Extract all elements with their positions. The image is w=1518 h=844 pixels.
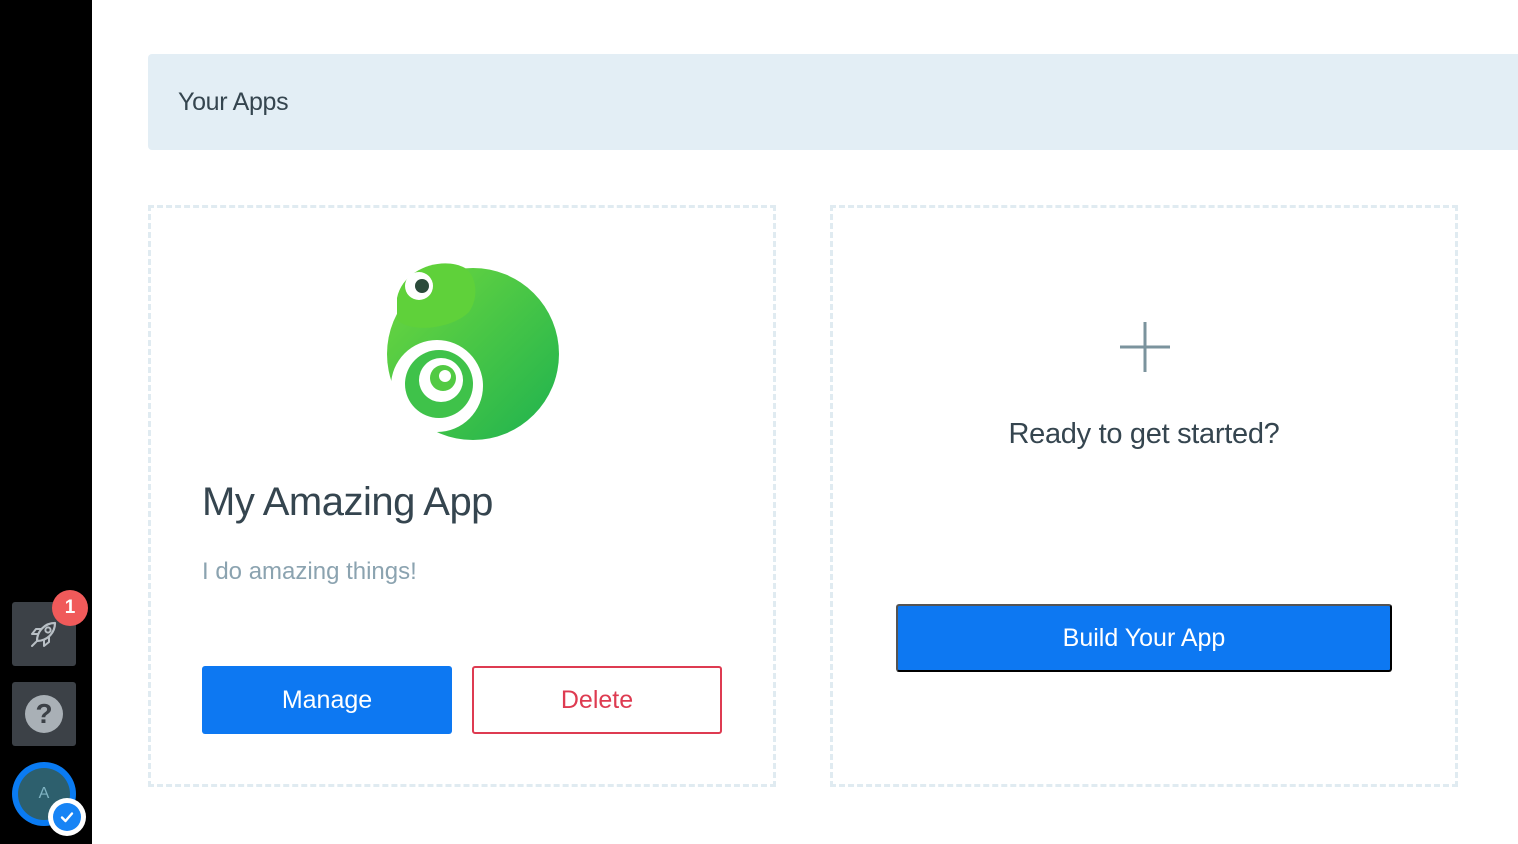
question-circle-icon: ? — [25, 695, 63, 733]
app-name: My Amazing App — [202, 480, 493, 524]
app-card: My Amazing App I do amazing things! Mana… — [148, 205, 776, 787]
app-description: I do amazing things! — [202, 558, 417, 585]
get-started-prompt: Ready to get started? — [1008, 418, 1280, 450]
apps-header: Your Apps — [148, 54, 1518, 150]
sidebar: 1 ? A — [0, 0, 92, 844]
notification-badge: 1 — [52, 590, 88, 626]
check-icon — [60, 812, 74, 823]
verified-badge — [48, 798, 86, 836]
page-title: Your Apps — [178, 87, 289, 116]
build-app-button[interactable]: Build Your App — [896, 604, 1392, 672]
rocket-icon — [31, 621, 57, 647]
new-app-card[interactable]: Ready to get started? Build Your App — [830, 205, 1458, 787]
chameleon-logo-icon — [387, 263, 559, 440]
help-button[interactable]: ? — [12, 682, 76, 746]
manage-button[interactable]: Manage — [202, 666, 452, 734]
delete-button[interactable]: Delete — [472, 666, 722, 734]
plus-icon — [1120, 322, 1170, 372]
